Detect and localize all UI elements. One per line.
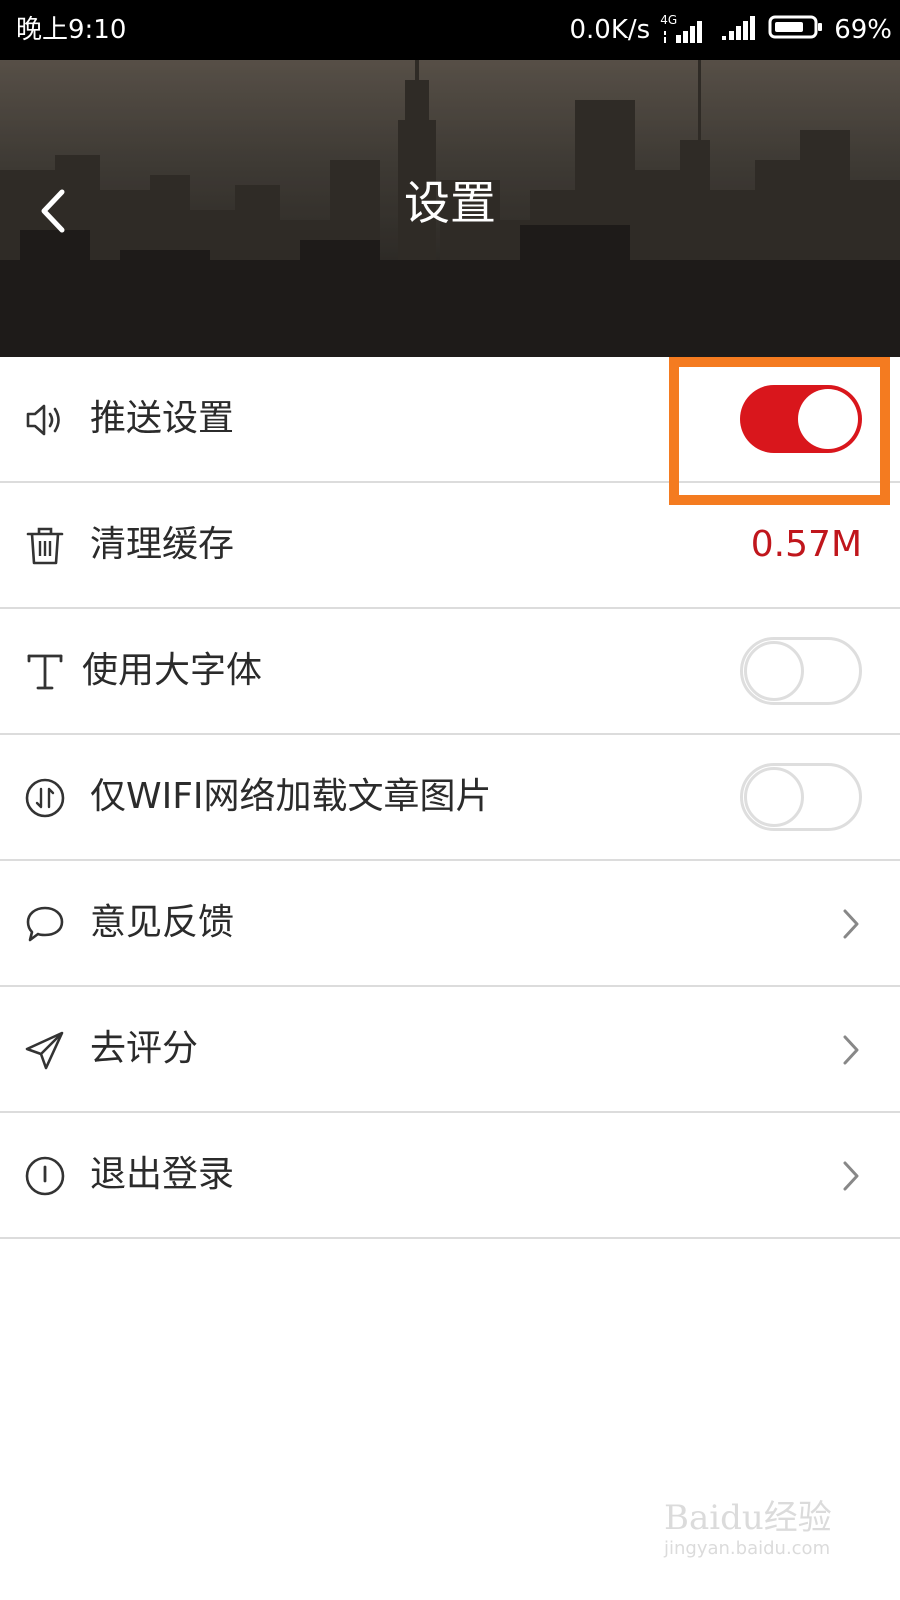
setting-label: 推送设置 [90,398,235,439]
trash-icon [24,525,66,567]
cache-size-value: 0.57M [750,524,862,565]
baidu-jingyan-watermark: Baidu经验 jingyan.baidu.com [664,1490,854,1570]
status-indicators: 0.0K/s 4G 69% [569,13,892,47]
setting-row-clear-cache[interactable]: 清理缓存 0.57M [0,483,900,609]
signal-icon [720,12,758,49]
watermark-url: jingyan.baidu.com [664,1538,831,1559]
toggle-knob [744,641,804,701]
setting-label: 退出登录 [90,1154,235,1195]
chat-bubble-icon [24,903,66,945]
status-time: 晚上9:10 [16,15,127,45]
page-title: 设置 [404,176,496,230]
push-toggle[interactable] [740,385,862,453]
wifi-image-icon [24,777,66,819]
large-font-toggle[interactable] [740,637,862,705]
setting-label: 使用大字体 [82,650,263,691]
setting-row-logout[interactable]: 退出登录 [0,1113,900,1239]
toggle-knob [798,389,858,449]
battery-percent: 69% [834,15,892,45]
chevron-right-icon [843,1035,859,1065]
paper-plane-icon [24,1029,66,1071]
network-type: 4G [660,13,678,27]
setting-row-rate[interactable]: 去评分 [0,987,900,1113]
settings-list: 推送设置 清理缓存 0.57M 使用大字体 仅WIFI网络加载文章图片 意见反馈… [0,357,900,1239]
chevron-right-icon [843,909,859,939]
header-banner: 设置 [0,60,900,357]
setting-label: 意见反馈 [90,902,235,943]
font-icon [24,651,66,693]
speaker-icon [24,399,66,441]
chevron-right-icon [843,1161,859,1191]
network-speed: 0.0K/s [569,15,651,45]
toggle-knob [744,767,804,827]
battery-icon [768,12,824,49]
setting-row-large-font[interactable]: 使用大字体 [0,609,900,735]
wifi-images-toggle[interactable] [740,763,862,831]
setting-label: 清理缓存 [90,524,235,565]
setting-row-wifi-images[interactable]: 仅WIFI网络加载文章图片 [0,735,900,861]
logout-icon [24,1155,66,1197]
settings-screen: 晚上9:10 0.0K/s 4G 69% 设置 推送设置 清理缓存 0.57M … [0,0,900,1600]
setting-label: 仅WIFI网络加载文章图片 [90,776,492,817]
setting-row-push[interactable]: 推送设置 [0,357,900,483]
setting-label: 去评分 [90,1028,199,1069]
setting-row-feedback[interactable]: 意见反馈 [0,861,900,987]
signal-4g-icon: 4G [660,13,710,45]
watermark-text: Baidu经验 [664,1498,832,1538]
status-bar: 晚上9:10 0.0K/s 4G 69% [0,0,900,60]
